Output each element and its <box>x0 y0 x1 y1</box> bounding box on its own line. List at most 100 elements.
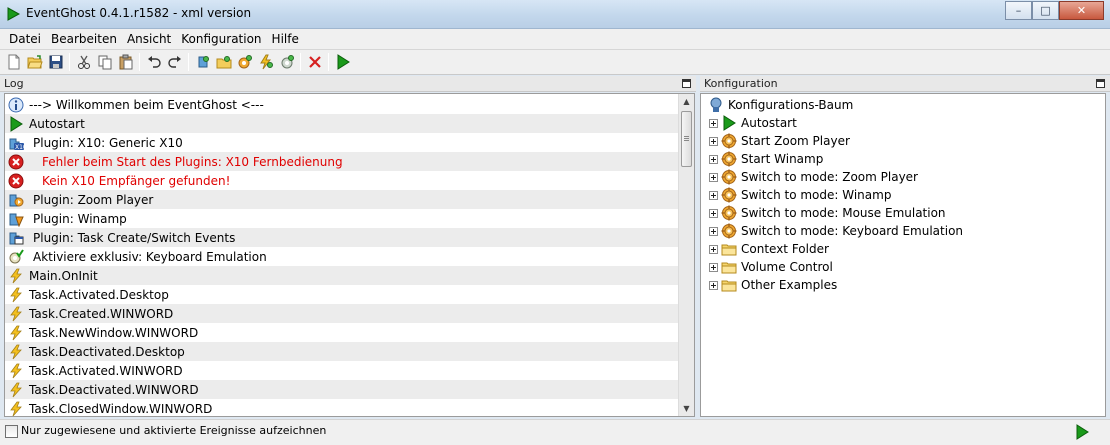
log-row[interactable]: Task.Created.WINWORD <box>5 304 679 323</box>
add-folder-button[interactable] <box>213 52 234 73</box>
log-row[interactable]: Task.Activated.Desktop <box>5 285 679 304</box>
log-row[interactable]: Task.Deactivated.WINWORD <box>5 380 679 399</box>
log-row[interactable]: Plugin: Zoom Player <box>5 190 679 209</box>
add-event-button[interactable] <box>255 52 276 73</box>
expand-plus-icon[interactable] <box>709 280 718 290</box>
expand-plus-icon[interactable] <box>709 190 718 200</box>
add-action-icon <box>281 55 294 69</box>
tree-item[interactable]: Context Folder <box>709 240 829 258</box>
tree-item[interactable]: Switch to mode: Keyboard Emulation <box>709 222 963 240</box>
save-button[interactable] <box>45 52 66 73</box>
expand-plus-icon[interactable] <box>709 244 718 254</box>
copy-icon <box>98 55 111 70</box>
tree-item[interactable]: Volume Control <box>709 258 833 276</box>
minimize-button[interactable]: – <box>1005 1 1032 20</box>
event-bolt-icon <box>8 344 24 360</box>
log-panel-header: Log <box>0 76 696 92</box>
new-button[interactable] <box>3 52 24 73</box>
log-scrollbar[interactable]: ▲ ▼ <box>678 94 694 416</box>
menu-bearbeiten[interactable]: Bearbeiten <box>46 32 122 46</box>
delete-icon <box>308 56 321 68</box>
config-panel-maximize-icon[interactable] <box>1096 79 1105 88</box>
scroll-down-arrow-icon[interactable]: ▼ <box>682 404 691 413</box>
delete-button[interactable] <box>304 52 325 73</box>
expand-plus-icon[interactable] <box>709 118 718 128</box>
log-row[interactable]: Task.Deactivated.Desktop <box>5 342 679 361</box>
expand-plus-icon[interactable] <box>709 226 718 236</box>
info-icon <box>8 97 24 113</box>
log-list[interactable]: ---> Willkommen beim EventGhost <--- Auto… <box>4 93 695 417</box>
scroll-up-arrow-icon[interactable]: ▲ <box>682 97 691 106</box>
log-row[interactable]: Task.ClosedWindow.WINWORD <box>5 399 679 417</box>
window-controls: – □ ✕ <box>1005 1 1104 20</box>
tree-item[interactable]: Start Zoom Player <box>709 132 850 150</box>
execute-button[interactable] <box>332 52 353 73</box>
expand-plus-icon[interactable] <box>709 262 718 272</box>
close-button[interactable]: ✕ <box>1059 1 1104 20</box>
tree-item[interactable]: Other Examples <box>709 276 837 294</box>
tree-root-label: Konfigurations-Baum <box>728 98 854 112</box>
copy-button[interactable] <box>94 52 115 73</box>
log-panel-maximize-icon[interactable] <box>682 79 691 88</box>
paste-button[interactable] <box>115 52 136 73</box>
scrollbar-grip <box>684 138 689 139</box>
maximize-button[interactable]: □ <box>1032 1 1059 20</box>
expand-plus-icon[interactable] <box>709 136 718 146</box>
expand-plus-icon[interactable] <box>709 154 718 164</box>
log-row[interactable]: X10 Plugin: X10: Generic X10 <box>5 133 679 152</box>
winamp-icon <box>8 211 24 227</box>
log-row[interactable]: Task.Activated.WINWORD <box>5 361 679 380</box>
record-filter-checkbox[interactable] <box>5 425 18 438</box>
menu-ansicht[interactable]: Ansicht <box>122 32 176 46</box>
toolbar <box>0 50 1110 75</box>
tree-item[interactable]: Switch to mode: Mouse Emulation <box>709 204 946 222</box>
cut-button[interactable] <box>73 52 94 73</box>
open-button[interactable] <box>24 52 45 73</box>
record-filter-label: Nur zugewiesene und aktivierte Ereigniss… <box>21 424 327 437</box>
toolbar-separator <box>328 53 329 71</box>
log-row-text: Task.Activated.WINWORD <box>29 363 183 378</box>
tree-item[interactable]: Switch to mode: Winamp <box>709 186 891 204</box>
menu-hilfe[interactable]: Hilfe <box>267 32 304 46</box>
config-panel-title: Konfiguration <box>704 77 778 90</box>
tree-item[interactable]: Switch to mode: Zoom Player <box>709 168 918 186</box>
add-action-button[interactable] <box>276 52 297 73</box>
log-row[interactable]: Task.NewWindow.WINWORD <box>5 323 679 342</box>
log-row-error[interactable]: Fehler beim Start des Plugins: X10 Fernb… <box>5 152 679 171</box>
log-row[interactable]: Plugin: Task Create/Switch Events <box>5 228 679 247</box>
log-row-error[interactable]: Kein X10 Empfänger gefunden! <box>5 171 679 190</box>
tree-root[interactable]: Konfigurations-Baum <box>708 96 853 114</box>
event-bolt-icon <box>8 325 24 341</box>
macro-gear-icon <box>721 205 737 221</box>
toolbar-separator <box>139 53 140 71</box>
log-row[interactable]: Plugin: Winamp <box>5 209 679 228</box>
configuration-tree[interactable]: Konfigurations-Baum Autostart Start Zoom … <box>700 93 1106 417</box>
menu-konfiguration[interactable]: Konfiguration <box>176 32 266 46</box>
log-row-text: Plugin: X10: Generic X10 <box>33 135 183 150</box>
log-row[interactable]: Main.OnInit <box>5 266 679 285</box>
tree-item[interactable]: Autostart <box>709 114 797 132</box>
log-row[interactable]: Autostart <box>5 114 679 133</box>
scrollbar-thumb[interactable] <box>681 111 692 167</box>
menu-datei[interactable]: Datei <box>4 32 46 46</box>
event-bolt-icon <box>8 401 24 417</box>
tree-item-label: Switch to mode: Zoom Player <box>741 170 918 184</box>
add-macro-icon <box>238 55 252 69</box>
add-plugin-button[interactable] <box>192 52 213 73</box>
tree-item-label: Other Examples <box>741 278 838 292</box>
status-play-icon[interactable] <box>1074 424 1090 440</box>
expand-plus-icon[interactable] <box>709 208 718 218</box>
log-row[interactable]: ---> Willkommen beim EventGhost <--- <box>5 95 679 114</box>
add-event-icon <box>259 54 273 70</box>
expand-plus-icon[interactable] <box>709 172 718 182</box>
folder-icon <box>721 241 737 257</box>
log-row-text: Autostart <box>29 116 85 131</box>
play-icon <box>8 115 24 132</box>
tree-item[interactable]: Start Winamp <box>709 150 823 168</box>
redo-button[interactable] <box>164 52 185 73</box>
add-macro-button[interactable] <box>234 52 255 73</box>
play-icon <box>721 115 737 131</box>
scrollbar-grip <box>684 136 689 137</box>
log-row[interactable]: Aktiviere exklusiv: Keyboard Emulation <box>5 247 679 266</box>
undo-button[interactable] <box>143 52 164 73</box>
